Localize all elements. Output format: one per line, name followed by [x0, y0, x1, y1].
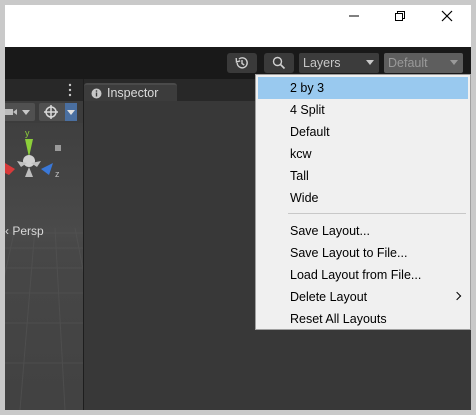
menu-item-label: Reset All Layouts: [290, 312, 387, 326]
menu-item-kcw[interactable]: kcw: [258, 143, 468, 165]
search-button[interactable]: [264, 53, 294, 73]
chevron-down-icon: [67, 110, 75, 115]
gizmo-z-axis: [41, 163, 53, 175]
scene-tab-bar: [5, 79, 83, 101]
layout-dropdown[interactable]: Default: [384, 53, 463, 73]
camera-icon: [5, 109, 17, 115]
menu-item-save-layout[interactable]: Save Layout...: [258, 220, 468, 242]
tab-inspector-label: Inspector: [107, 86, 159, 100]
menu-item-default[interactable]: Default: [258, 121, 468, 143]
menu-item-label: Save Layout...: [290, 224, 370, 238]
menu-item-label: Default: [290, 125, 330, 139]
menu-item-save-layout-to-file[interactable]: Save Layout to File...: [258, 242, 468, 264]
menu-item-label: Load Layout from File...: [290, 268, 422, 282]
menu-item-4-split[interactable]: 4 Split: [258, 99, 468, 121]
gizmo-center: [23, 155, 35, 167]
menu-item-reset-all-layouts[interactable]: Reset All Layouts: [258, 308, 468, 330]
layers-dropdown[interactable]: Layers: [299, 53, 379, 73]
menu-item-label: kcw: [290, 147, 312, 161]
menu-item-delete-layout[interactable]: Delete Layout: [258, 286, 468, 308]
more-options-icon[interactable]: [67, 83, 73, 97]
chevron-down-icon: [450, 60, 458, 65]
chevron-down-icon: [366, 60, 374, 65]
chevron-down-icon: [22, 110, 30, 115]
menu-item-label: 2 by 3: [290, 81, 325, 95]
close-icon: [441, 10, 453, 22]
gizmo-icon: [44, 105, 58, 119]
close-button[interactable]: [424, 5, 470, 27]
minimize-icon: [349, 15, 359, 17]
chevron-right-icon: [452, 291, 462, 301]
menu-item-wide[interactable]: Wide: [258, 187, 468, 209]
menu-item-label: Save Layout to File...: [290, 246, 408, 260]
gizmo-y-axis: [25, 139, 33, 157]
tab-inspector[interactable]: Inspector: [84, 83, 177, 101]
menu-item-label: Delete Layout: [290, 290, 368, 304]
menu-item-label: 4 Split: [290, 103, 325, 117]
menu-item-tall[interactable]: Tall: [258, 165, 468, 187]
restore-icon: [395, 11, 405, 21]
menu-item-2-by-3[interactable]: 2 by 3: [258, 77, 468, 99]
gizmo-x-axis: [5, 163, 15, 175]
restore-button[interactable]: [377, 5, 423, 27]
gizmos-dropdown[interactable]: [39, 103, 77, 121]
camera-dropdown[interactable]: [5, 103, 35, 121]
orientation-gizmo[interactable]: y z: [5, 123, 83, 203]
gizmo-y-label: y: [25, 128, 30, 138]
menu-item-label: Tall: [290, 169, 309, 183]
history-icon: [235, 57, 248, 69]
menu-separator: [288, 213, 466, 214]
layout-dropdown-label: Default: [388, 56, 428, 70]
minimize-button[interactable]: [331, 5, 377, 27]
gizmos-dropdown-arrow: [65, 103, 77, 121]
gizmo-cube: [55, 145, 61, 151]
menu-item-label: Wide: [290, 191, 319, 205]
editor-window: Layers Default y z ‹ Persp Inspector 2 b…: [5, 5, 471, 410]
layers-dropdown-label: Layers: [303, 56, 341, 70]
perspective-label[interactable]: ‹ Persp: [5, 224, 44, 238]
scene-toolbar: [5, 101, 83, 123]
layout-menu: 2 by 3 4 Split Default kcw Tall Wide Sav…: [255, 74, 471, 330]
info-icon: [91, 88, 102, 98]
search-icon: [272, 56, 286, 70]
title-bar: [5, 5, 471, 47]
undo-history-button[interactable]: [227, 53, 257, 73]
scene-panel: y z ‹ Persp: [5, 79, 84, 410]
gizmo-z-label: z: [55, 169, 60, 179]
menu-item-load-layout-from-file[interactable]: Load Layout from File...: [258, 264, 468, 286]
scene-viewport[interactable]: y z ‹ Persp: [5, 123, 83, 410]
